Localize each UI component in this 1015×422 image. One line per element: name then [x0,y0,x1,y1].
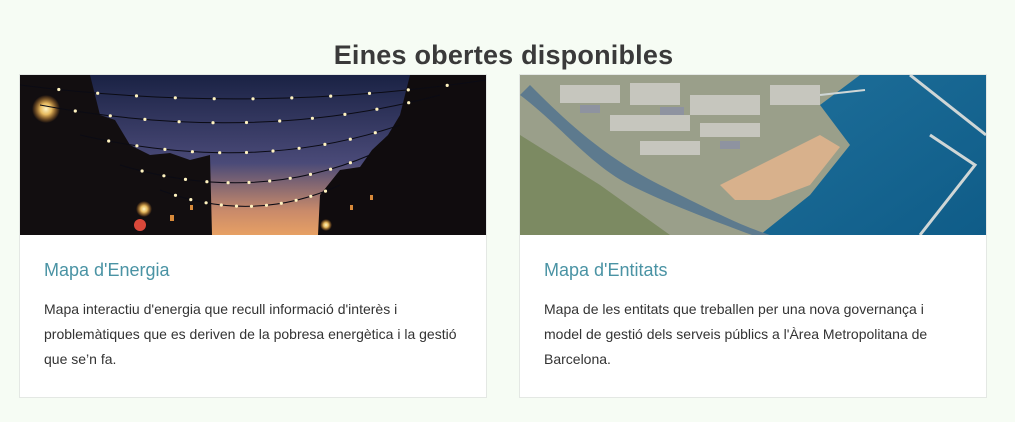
section-title: Eines obertes disponibles [333,40,674,71]
card-entities-map[interactable]: Mapa d'Entitats Mapa de les entitats que… [519,74,987,398]
card-title-energy[interactable]: Mapa d'Energia [44,260,170,281]
card-energy-map[interactable]: Mapa d'Energia Mapa interactiu d'energia… [19,74,487,398]
card-image-entities[interactable] [520,75,986,235]
street-lights-image [20,75,486,235]
card-description-entities: Mapa de les entitats que treballen per u… [544,301,928,367]
card-title-entities[interactable]: Mapa d'Entitats [544,260,668,281]
card-image-energy[interactable] [20,75,486,235]
card-description-energy: Mapa interactiu d'energia que recull inf… [44,301,457,367]
aerial-port-image [520,75,986,235]
